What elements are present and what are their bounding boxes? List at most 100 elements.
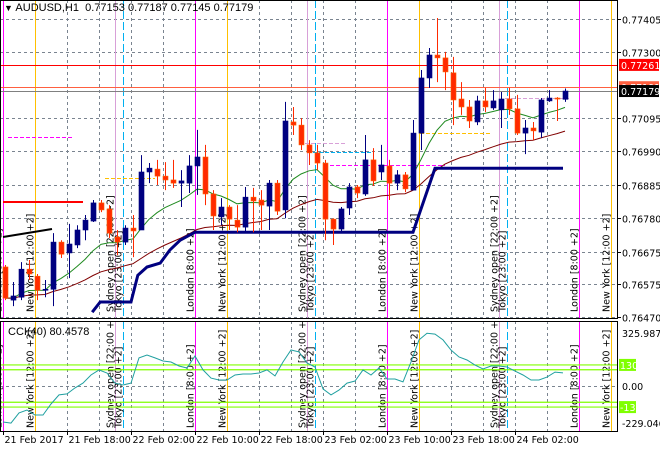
candle [138, 155, 145, 231]
candle-body [522, 127, 529, 134]
time-axis-label: 22 Feb 02:00 [133, 435, 195, 446]
candle [474, 95, 481, 126]
candle-body [234, 219, 241, 228]
candle-body [426, 54, 433, 79]
candle-body [186, 165, 193, 184]
time-axis-label: 23 Feb 02:00 [325, 435, 387, 446]
candle-body [122, 227, 129, 243]
candle [146, 163, 153, 184]
symbol-label: AUDUSD,H1 [15, 2, 79, 14]
candle-body [242, 196, 249, 228]
cci-label: CCI(40) 80.4578 [8, 326, 90, 338]
session-label-london: London [8:00 +2] [378, 228, 389, 312]
session-label-london: London [8:00 +2] [186, 228, 197, 312]
session-label-newyork: New York [12:00 +2] [26, 214, 37, 312]
cci-line [2, 332, 564, 424]
candle-body [154, 168, 161, 177]
price-axis-label: 0.77405 [622, 16, 660, 27]
session-label-newyork: New York [12:00 +2] [26, 330, 37, 428]
price-label-text: 0.77261 [621, 61, 660, 72]
candle-body [66, 243, 73, 254]
candle [378, 144, 385, 180]
candle-body [90, 202, 97, 222]
price-axis-label: 0.77300 [622, 49, 660, 60]
candle-body [378, 164, 385, 173]
candle-body [474, 100, 481, 123]
low-value: 0.77145 [170, 2, 211, 14]
candle [562, 88, 569, 102]
candle-body [282, 120, 289, 211]
open-value: 0.77153 [85, 2, 125, 14]
cci-axis-label: -229.0469 [622, 419, 660, 430]
candle-body [458, 98, 465, 108]
candle-body [162, 175, 169, 181]
candle-body [170, 179, 177, 184]
cci-pane: London [8:00 +2] London [8:00 +2] London [… [0, 321, 617, 431]
candle-body [106, 208, 113, 234]
candle-body [434, 54, 441, 59]
candle-body [514, 108, 521, 134]
session-label-london: London [8:00 +2] [570, 228, 581, 312]
price-axis-label: 0.76780 [622, 215, 660, 226]
candle [426, 48, 433, 88]
candle [82, 215, 89, 241]
candle [298, 118, 305, 150]
candle-body [466, 106, 473, 122]
candle-body [538, 99, 545, 133]
cci-axis-label: 0.00 [622, 382, 643, 393]
candle [58, 240, 65, 259]
candle-body [346, 186, 353, 209]
session-label-newyork: New York [12:00 +2] [602, 330, 613, 428]
candle [394, 170, 401, 191]
candle-body [330, 218, 337, 230]
candle [178, 170, 185, 208]
candle-body [410, 132, 417, 191]
price-axis-label: 0.77095 [622, 115, 660, 126]
candle-body [370, 159, 377, 182]
candle [282, 101, 289, 219]
candle-body [362, 159, 369, 195]
candle-body [314, 152, 321, 164]
cci-level-badge-text: 130 [620, 361, 638, 372]
candle-body [146, 167, 153, 173]
candle [274, 179, 281, 216]
close-value: 0.77179 [213, 2, 254, 14]
candle-body [26, 268, 33, 275]
time-axis-label: 23 Feb 10:00 [389, 435, 451, 446]
session-label-tokyo: Tokyo [23:00 +2] [114, 347, 125, 429]
candle-body [482, 100, 489, 108]
candle-body [114, 236, 121, 243]
candle [514, 94, 521, 136]
candle-body [554, 97, 561, 100]
candle [522, 120, 529, 155]
candle-body [386, 165, 393, 184]
candle [66, 223, 73, 279]
session-label-newyork: New York [12:00 +2] [218, 330, 229, 428]
candle-body [506, 98, 513, 110]
candle-body [266, 182, 273, 207]
price-label-text: 0.77179 [621, 87, 660, 98]
candle-body [450, 72, 457, 101]
candle-body [2, 266, 9, 299]
candle [410, 120, 417, 191]
candle-body [490, 100, 497, 109]
session-label-london: London [8:00 +2] [378, 344, 389, 428]
candle [50, 233, 57, 307]
candle [122, 225, 129, 245]
candle-body [562, 90, 569, 100]
triangle-down-icon[interactable]: ▼ [4, 3, 15, 13]
candle-body [290, 121, 297, 126]
candle [434, 18, 441, 83]
session-label-tokyo: Tokyo [23:00 +2] [498, 231, 509, 313]
candle-body [306, 144, 313, 154]
time-axis-label: 22 Feb 10:00 [197, 435, 259, 446]
price-axis-label: 0.76675 [622, 249, 660, 260]
candle [170, 159, 177, 188]
price-axis-label: 0.76575 [622, 281, 660, 292]
price-chart[interactable]: London [8:00 +2] London [8:00 +2] London [… [0, 0, 660, 450]
chart-header: ▼ AUDUSD,H1 0.77153 0.77187 0.77145 0.77… [4, 2, 253, 14]
candle [466, 99, 473, 129]
candle [354, 185, 361, 199]
candle [266, 179, 273, 230]
session-label-tokyo: Tokyo [23:00 +2] [498, 347, 509, 429]
